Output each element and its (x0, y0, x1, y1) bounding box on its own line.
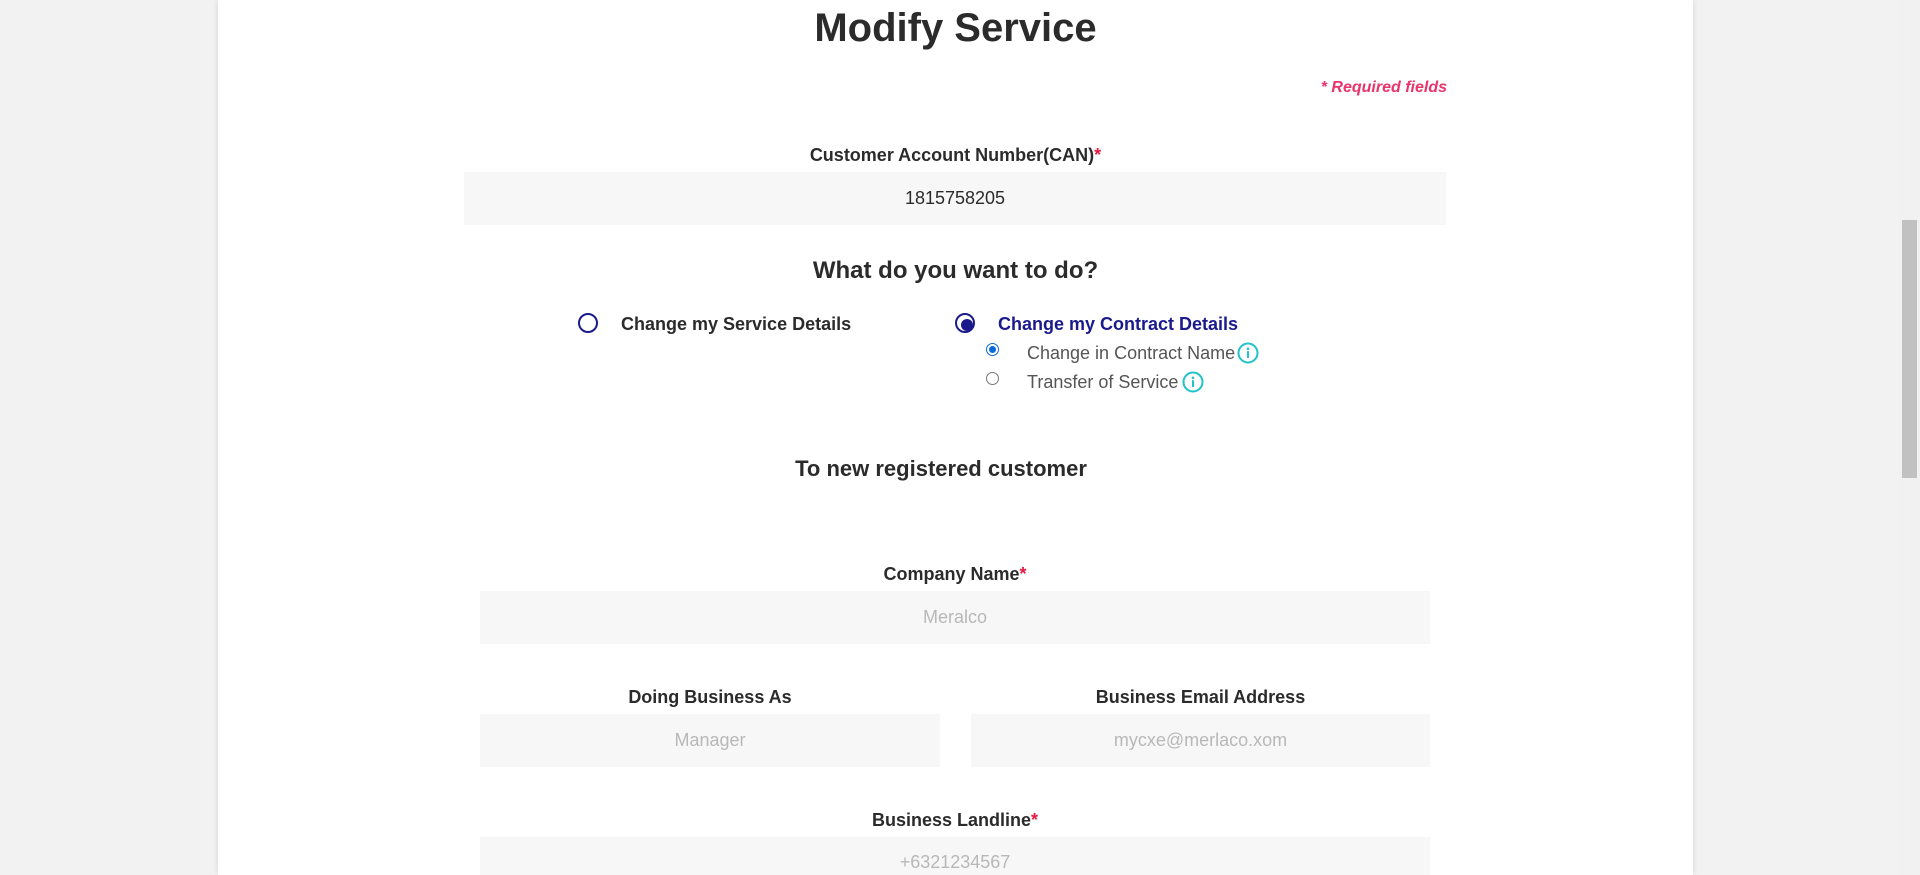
can-input[interactable] (464, 187, 1446, 210)
transfer-of-service-label[interactable]: Transfer of Service (1027, 372, 1178, 393)
info-icon[interactable] (1237, 342, 1259, 364)
change-contract-name-label[interactable]: Change in Contract Name (1027, 343, 1235, 364)
can-label: Customer Account Number(CAN)* (218, 145, 1693, 166)
transfer-of-service-radio[interactable] (986, 372, 999, 385)
company-name-input[interactable] (480, 606, 1430, 629)
required-mark: * (1094, 145, 1102, 165)
business-landline-label-text: Business Landline (871, 810, 1032, 830)
doing-business-as-input[interactable] (480, 729, 940, 752)
modify-service-page: Modify Service * Required fields Custome… (218, 0, 1693, 875)
scrollbar-thumb[interactable] (1902, 220, 1917, 478)
company-name-field[interactable] (480, 591, 1430, 644)
business-email-input[interactable] (971, 729, 1430, 752)
required-mark: * (1031, 810, 1039, 830)
doing-business-as-label: Doing Business As (628, 687, 792, 707)
service-details-radio[interactable] (578, 313, 598, 333)
business-landline-label: Business Landline* (480, 810, 1430, 831)
change-contract-name-radio[interactable] (986, 343, 999, 356)
business-landline-field[interactable] (480, 837, 1430, 875)
section-title: To new registered customer (795, 456, 1087, 481)
business-email-field[interactable] (971, 714, 1430, 767)
question-heading: What do you want to do? (812, 257, 1099, 284)
required-fields-note: * Required fields (1320, 79, 1447, 96)
contract-details-radio[interactable] (955, 313, 975, 333)
contract-details-label[interactable]: Change my Contract Details (998, 314, 1238, 335)
page-scrollbar[interactable] (1899, 0, 1920, 875)
can-label-text: Customer Account Number(CAN) (809, 145, 1095, 165)
doing-business-as-field[interactable] (480, 714, 940, 767)
can-field[interactable] (464, 172, 1446, 225)
company-name-label: Company Name* (480, 564, 1430, 585)
business-landline-input[interactable] (480, 851, 1430, 874)
business-email-label: Business Email Address (1095, 687, 1306, 707)
page-title: Modify Service (814, 6, 1097, 50)
company-name-label-text: Company Name (883, 564, 1020, 584)
info-icon[interactable] (1182, 371, 1204, 393)
required-mark: * (1019, 564, 1027, 584)
service-details-label[interactable]: Change my Service Details (621, 314, 851, 335)
